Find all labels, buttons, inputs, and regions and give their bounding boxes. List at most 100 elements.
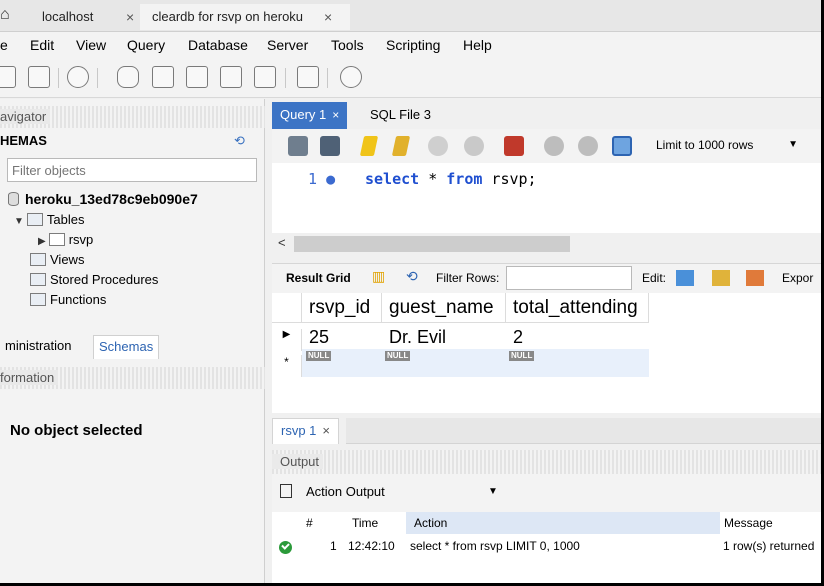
column-header-message[interactable]: Message xyxy=(724,512,821,534)
workbench-window: ⌂ localhost × cleardb for rsvp on heroku… xyxy=(0,0,824,586)
column-header-number[interactable]: # xyxy=(306,512,346,534)
new-row-marker[interactable]: * xyxy=(272,355,302,377)
menu-help[interactable]: Help xyxy=(463,37,492,53)
commit-icon[interactable] xyxy=(544,136,564,156)
column-header-total-attending[interactable]: total_attending xyxy=(506,293,649,323)
create-function-icon[interactable] xyxy=(254,66,276,88)
execute-current-icon[interactable] xyxy=(391,136,411,156)
tab-schemas[interactable]: Schemas xyxy=(93,335,160,359)
autocommit-icon[interactable] xyxy=(612,136,632,156)
schema-item[interactable]: heroku_13ed78c9eb090e7 xyxy=(8,191,198,207)
close-icon[interactable]: × xyxy=(322,423,330,438)
refresh-icon[interactable]: ⟲ xyxy=(234,133,245,149)
tab-rsvp-1[interactable]: rsvp 1 × xyxy=(272,418,339,444)
info-icon[interactable] xyxy=(67,66,89,88)
procedures-folder-icon xyxy=(30,273,46,286)
tab-localhost[interactable]: localhost × xyxy=(30,4,140,30)
grid-layout-icon[interactable]: ▥ xyxy=(372,268,385,285)
column-header-time[interactable]: Time xyxy=(352,512,402,534)
create-schema-icon[interactable] xyxy=(117,66,139,88)
menu-edit[interactable]: Edit xyxy=(30,37,54,53)
expand-right-icon[interactable]: ▶ xyxy=(38,236,46,247)
new-row[interactable] xyxy=(302,349,649,377)
menu-query[interactable]: Query xyxy=(127,37,165,53)
tree-label: Functions xyxy=(50,292,107,307)
expand-down-icon[interactable]: ▼ xyxy=(14,216,24,227)
delete-row-icon[interactable] xyxy=(746,270,764,286)
result-grid-button[interactable]: Result Grid xyxy=(286,271,351,285)
create-table-icon[interactable] xyxy=(152,66,174,88)
tab-sql-file-3[interactable]: SQL File 3 xyxy=(362,102,439,129)
menu-file[interactable]: e xyxy=(0,37,8,53)
tree-tables[interactable]: ▼ Tables xyxy=(14,212,84,227)
tab-cleardb[interactable]: cleardb for rsvp on heroku × xyxy=(140,4,350,30)
cell-guest-name[interactable]: Dr. Evil xyxy=(389,327,446,348)
open-folder-icon[interactable] xyxy=(288,136,308,156)
connection-tab-bar: ⌂ localhost × cleardb for rsvp on heroku… xyxy=(0,0,821,32)
row-marker[interactable]: ▶ xyxy=(272,329,302,351)
output-type-select[interactable]: Action Output ▼ xyxy=(280,484,498,506)
reconnect-icon[interactable] xyxy=(340,66,362,88)
tree-stored-procedures[interactable]: Stored Procedures xyxy=(30,272,158,287)
sql-new-icon[interactable] xyxy=(0,66,16,88)
filter-objects-input[interactable] xyxy=(8,159,256,181)
menu-tools[interactable]: Tools xyxy=(331,37,364,53)
stop-icon[interactable] xyxy=(464,136,484,156)
tab-label: localhost xyxy=(42,9,94,24)
cell-total-attending[interactable]: 2 xyxy=(513,327,523,348)
code-star: * xyxy=(419,170,447,188)
tab-bar-fill xyxy=(346,418,821,444)
tree-views[interactable]: Views xyxy=(30,252,84,267)
column-header-action[interactable]: Action xyxy=(406,512,720,534)
filter-rows-label: Filter Rows: xyxy=(436,271,500,285)
edit-row-icon[interactable] xyxy=(676,270,694,286)
home-icon[interactable]: ⌂ xyxy=(0,6,10,24)
create-view-icon[interactable] xyxy=(186,66,208,88)
add-row-icon[interactable] xyxy=(712,270,730,286)
filter-objects-field[interactable] xyxy=(7,158,257,182)
menu-server[interactable]: Server xyxy=(267,37,308,53)
column-header-rsvp-id[interactable]: rsvp_id xyxy=(302,293,382,323)
scroll-left-icon[interactable]: < xyxy=(278,235,286,250)
save-icon[interactable] xyxy=(320,136,340,156)
output-row-action: select * from rsvp LIMIT 0, 1000 xyxy=(410,539,580,553)
tables-folder-icon xyxy=(26,213,43,226)
close-icon[interactable]: × xyxy=(332,108,339,122)
execute-icon[interactable] xyxy=(359,136,379,156)
sql-open-icon[interactable] xyxy=(28,66,50,88)
tab-query-1[interactable]: Query 1 × xyxy=(272,102,348,129)
editor-horizontal-scrollbar[interactable]: < xyxy=(272,233,821,255)
refresh-icon[interactable]: ⟲ xyxy=(406,268,418,285)
copy-icon[interactable] xyxy=(280,484,292,498)
close-icon[interactable]: × xyxy=(324,4,332,30)
toggle-error-icon[interactable] xyxy=(504,136,524,156)
limit-rows-value: Limit to 1000 rows xyxy=(656,138,754,152)
sql-statement[interactable]: select * from rsvp; xyxy=(365,170,537,188)
limit-rows-select[interactable]: Limit to 1000 rows ▼ xyxy=(648,135,808,157)
tree-table-rsvp[interactable]: ▶ rsvp xyxy=(38,232,93,247)
result-grid[interactable]: rsvp_id guest_name total_attending ▶ 25 … xyxy=(272,293,821,413)
menu-scripting[interactable]: Scripting xyxy=(386,37,440,53)
filter-rows-input[interactable] xyxy=(507,267,631,289)
menu-view[interactable]: View xyxy=(76,37,106,53)
close-icon[interactable]: × xyxy=(126,4,134,30)
navigator-subtabs: ministration Schemas xyxy=(0,333,265,359)
create-procedure-icon[interactable] xyxy=(220,66,242,88)
rollback-icon[interactable] xyxy=(578,136,598,156)
menu-database[interactable]: Database xyxy=(188,37,248,53)
line-number-text: 1 xyxy=(308,170,318,188)
filter-rows-field[interactable] xyxy=(506,266,632,290)
toolbar-separator xyxy=(58,68,59,88)
explain-icon[interactable] xyxy=(428,136,448,156)
editor-tab-bar: Query 1 × SQL File 3 xyxy=(272,102,821,129)
cell-rsvp-id[interactable]: 25 xyxy=(309,327,329,348)
result-tab-bar: rsvp 1 × xyxy=(272,418,821,444)
scrollbar-thumb[interactable] xyxy=(294,236,570,252)
export-button[interactable]: Expor xyxy=(782,271,813,285)
sql-editor[interactable]: 1 ● select * from rsvp; xyxy=(272,163,821,233)
tab-administration[interactable]: ministration xyxy=(0,335,76,359)
column-header-guest-name[interactable]: guest_name xyxy=(382,293,506,323)
search-table-icon[interactable] xyxy=(297,66,319,88)
navigator-panel: avigator HEMAS ⟲ heroku_13ed78c9eb090e7 … xyxy=(0,99,265,583)
tree-functions[interactable]: Functions xyxy=(30,292,106,307)
